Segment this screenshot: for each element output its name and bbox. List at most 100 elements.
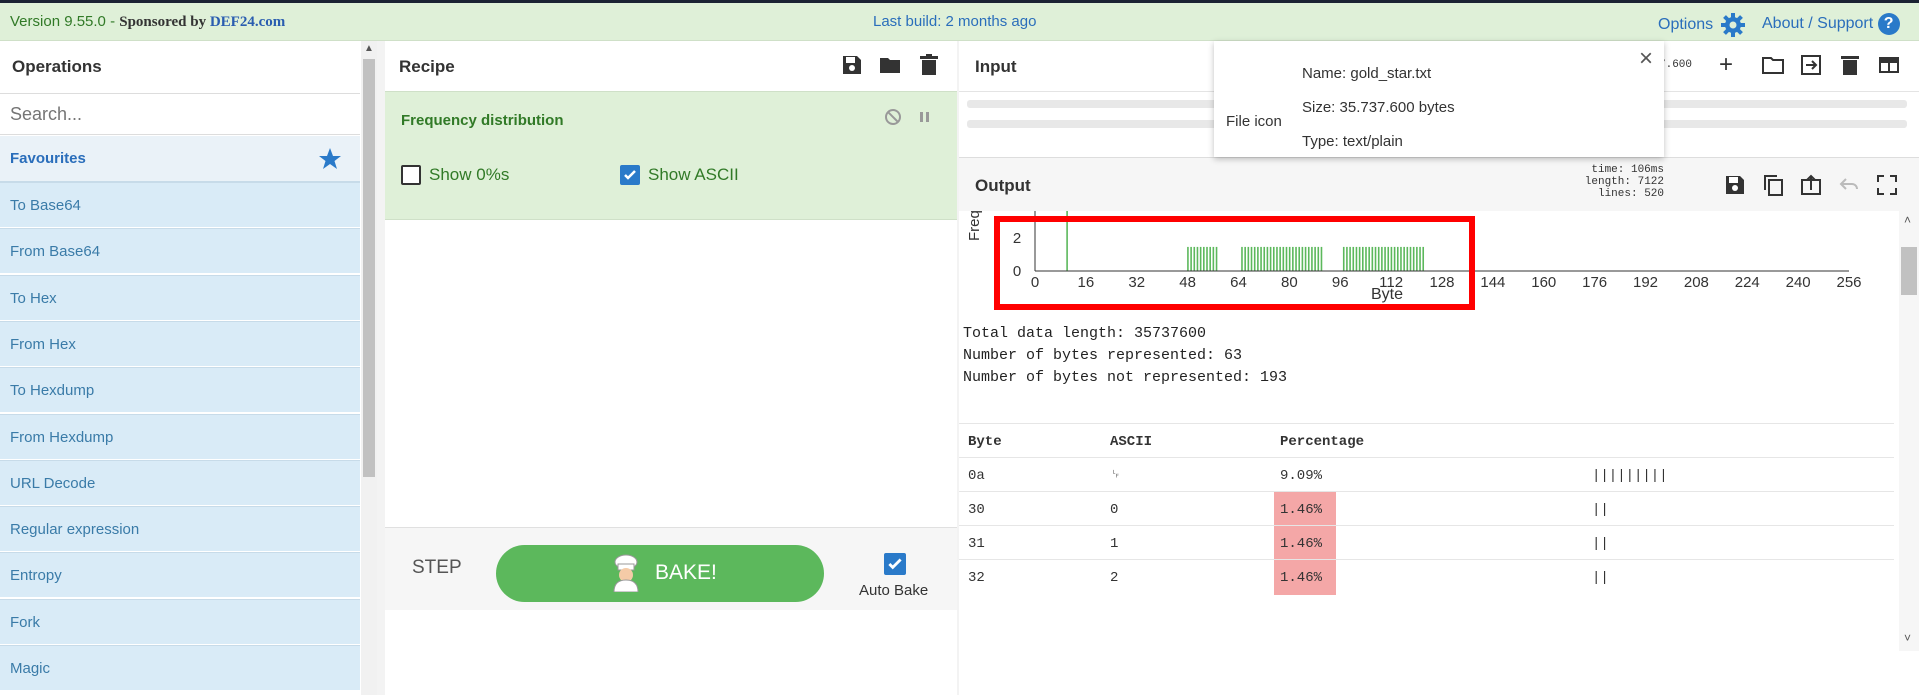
chart-bar <box>1320 246 1323 271</box>
recipe-panel: Recipe Frequency distribution Show 0%s S… <box>385 41 958 695</box>
chart-bar <box>1187 246 1189 271</box>
scrollbar-thumb[interactable] <box>363 59 375 477</box>
sponsor-link[interactable]: DEF24.com <box>210 14 285 30</box>
chart-bar <box>1279 246 1281 271</box>
help-icon: ? <box>1877 13 1900 35</box>
show-zero-checkbox[interactable] <box>401 165 421 185</box>
io-panel: Input 7.600 + Output time: 106ms length:… <box>959 41 1919 695</box>
operation-item[interactable]: Fork <box>0 598 360 644</box>
operations-scrollbar[interactable]: ▲ <box>361 41 377 695</box>
folder-open-icon[interactable] <box>878 53 902 77</box>
column-divider[interactable] <box>957 41 959 695</box>
add-tab-icon[interactable]: + <box>1719 53 1733 77</box>
pause-icon[interactable] <box>915 107 935 127</box>
scroll-up-icon[interactable]: ˄ <box>1904 213 1911 227</box>
operation-item[interactable]: From Hexdump <box>0 413 360 459</box>
chart-bar <box>1374 246 1377 271</box>
operation-item[interactable]: To Base64 <box>0 182 360 227</box>
chart-bar <box>1416 246 1418 271</box>
operation-item[interactable]: URL Decode <box>0 459 360 505</box>
scroll-down-icon[interactable]: ˅ <box>1904 631 1911 645</box>
chart-bar <box>1247 246 1250 271</box>
cell-pct: 1.46% <box>1280 536 1323 552</box>
output-stats: time: 106ms length: 7122 lines: 520 <box>1584 164 1664 200</box>
x-tick-label: 208 <box>1684 274 1709 291</box>
chart-bar <box>1409 246 1412 271</box>
trash-icon[interactable] <box>917 53 941 77</box>
replace-input-icon[interactable] <box>1799 173 1823 197</box>
operation-item[interactable]: Magic <box>0 645 360 690</box>
save-recipe-icon[interactable] <box>840 53 864 77</box>
x-tick-labels: 0 16 32 48 64 80 96 112 128 144 160 176 192 208 224 240… <box>1031 274 1862 291</box>
sponsor-prefix: Sponsored by <box>119 14 210 30</box>
close-icon[interactable]: × <box>1639 45 1653 73</box>
about-support-button[interactable]: About / Support ? <box>1762 13 1900 35</box>
favourites-header[interactable]: Favourites <box>0 136 360 182</box>
x-tick-label: 192 <box>1633 274 1658 291</box>
chart-bar <box>1295 246 1297 271</box>
x-tick-label: 96 <box>1332 274 1349 291</box>
operations-panel: Operations Favourites To Base64From Base… <box>0 41 377 695</box>
search-input[interactable] <box>0 93 360 135</box>
x-tick-label: 224 <box>1735 274 1760 291</box>
chart-bar <box>1253 246 1256 271</box>
x-tick-label: 0 <box>1031 274 1039 291</box>
disable-icon[interactable] <box>883 107 903 127</box>
operation-item[interactable]: From Hex <box>0 320 360 366</box>
gear-icon <box>1720 13 1745 37</box>
x-tick-label: 256 <box>1836 274 1861 291</box>
file-details-popup: File icon Name: gold_star.txt Size: 35.7… <box>1214 41 1664 157</box>
operation-item[interactable]: Regular expression <box>0 506 360 552</box>
operation-item[interactable]: To Hexdump <box>0 367 360 413</box>
maximise-icon[interactable] <box>1875 173 1899 197</box>
chart-bar <box>1193 246 1196 271</box>
output-scrollbar[interactable]: ˄ ˅ <box>1899 211 1919 651</box>
scroll-up-icon[interactable]: ▲ <box>364 43 374 54</box>
y-axis-label: Freq <box>966 211 983 241</box>
step-button[interactable]: STEP <box>412 557 462 579</box>
open-file-icon[interactable] <box>1799 53 1823 77</box>
frequency-table: Byte ASCII Percentage 0a ␊ 9.09% ||||||||| 3… <box>959 423 1899 695</box>
output-content[interactable]: Freq 02 0 16 32 48 64 80 96 112 128 144 160 176 192 2… <box>959 211 1899 695</box>
column-divider[interactable] <box>377 41 385 695</box>
operation-item[interactable]: Entropy <box>0 552 360 598</box>
auto-bake-checkbox[interactable] <box>884 553 906 575</box>
copy-icon[interactable] <box>1761 173 1785 197</box>
operation-item[interactable]: To Hex <box>0 274 360 320</box>
cell-byte: 32 <box>968 570 985 586</box>
file-size: Size: 35.737.600 bytes <box>1302 99 1455 116</box>
open-folder-icon[interactable] <box>1761 53 1785 77</box>
output-time: time: 106ms <box>1591 164 1664 176</box>
cell-pct: 1.46% <box>1280 502 1323 518</box>
undo-icon[interactable] <box>1837 173 1861 197</box>
y-tick-label: 2 <box>1013 230 1021 247</box>
scrollbar-thumb[interactable] <box>1901 247 1917 295</box>
bake-label: BAKE! <box>655 561 717 584</box>
layout-icon[interactable] <box>1877 53 1901 77</box>
table-row: 32 2 1.46% || <box>959 559 1894 595</box>
chart-bar <box>1196 246 1199 271</box>
x-tick-label: 240 <box>1786 274 1811 291</box>
chart-bar <box>1212 246 1215 271</box>
chart-bar <box>1203 246 1205 271</box>
bake-button[interactable]: BAKE! <box>496 545 824 602</box>
output-header: Output time: 106ms length: 7122 lines: 5… <box>959 157 1919 212</box>
output-title: Output <box>975 176 1031 195</box>
chart-bar <box>1244 246 1246 271</box>
clear-input-icon[interactable] <box>1838 53 1862 77</box>
operation-item[interactable]: From Base64 <box>0 228 360 274</box>
chart-bar <box>1342 246 1345 271</box>
show-ascii-label: Show ASCII <box>648 165 739 184</box>
x-axis-label: Byte <box>1371 286 1403 303</box>
version-text: Version 9.55.0 - Sponsored by DEF24.com <box>10 13 285 31</box>
x-tick-label: 32 <box>1128 274 1145 291</box>
show-ascii-checkbox[interactable] <box>620 165 640 185</box>
recipe-operation-card[interactable]: Frequency distribution Show 0%s Show ASC… <box>385 91 957 220</box>
cell-ascii: 1 <box>1110 536 1119 552</box>
chart-bar <box>1206 246 1208 271</box>
options-button[interactable]: Options <box>1658 13 1745 37</box>
last-build-link[interactable]: Last build: 2 months ago <box>873 13 1036 30</box>
cell-bar: ||||||||| <box>1592 468 1668 484</box>
save-output-icon[interactable] <box>1723 173 1747 197</box>
table-header-row: Byte ASCII Percentage <box>959 423 1894 458</box>
